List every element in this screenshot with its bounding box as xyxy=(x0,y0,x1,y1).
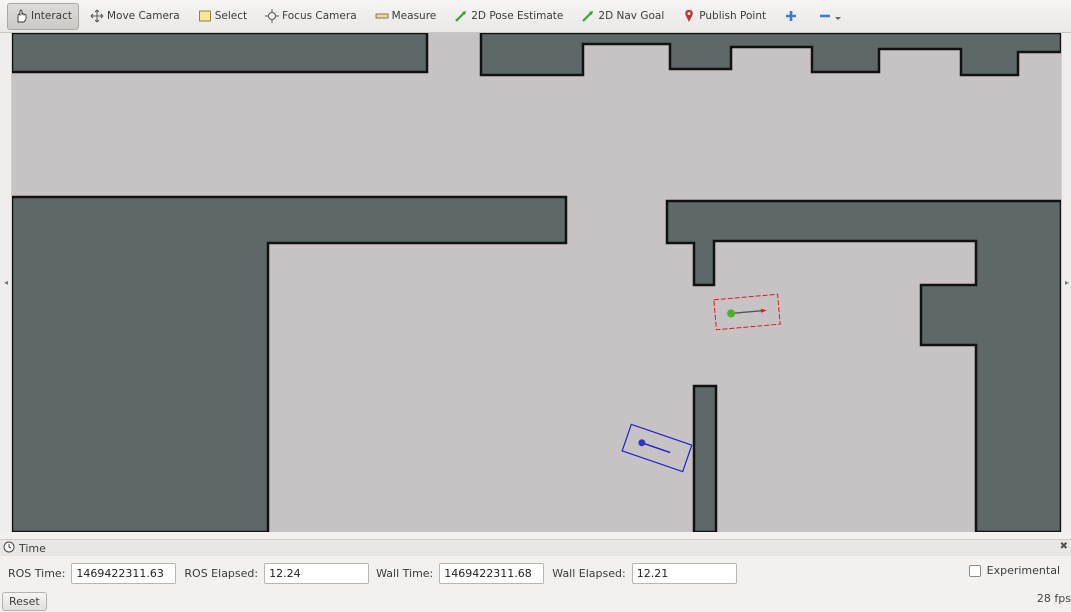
nav-goal-tool[interactable]: 2D Nav Goal xyxy=(574,3,671,30)
wall-elapsed-label: Wall Elapsed: xyxy=(552,566,626,580)
pose-estimate-tool[interactable]: 2D Pose Estimate xyxy=(447,3,570,30)
green-arrow-icon xyxy=(454,9,468,23)
publish-point-tool[interactable]: Publish Point xyxy=(675,3,773,30)
left-dock-handle[interactable]: ◂ xyxy=(0,33,12,532)
ros-elapsed-field[interactable] xyxy=(264,562,370,584)
map-pin-icon xyxy=(682,9,696,23)
clock-icon xyxy=(3,541,15,556)
measure-label: Measure xyxy=(391,10,437,22)
select-icon xyxy=(198,9,212,23)
focus-camera-icon xyxy=(265,9,280,23)
time-panel-header: Time ✖ xyxy=(0,539,1071,556)
close-icon[interactable]: ✖ xyxy=(1060,541,1068,552)
move-camera-label: Move Camera xyxy=(106,10,180,22)
focus-camera-tool[interactable]: Focus Camera xyxy=(258,3,364,30)
focus-camera-label: Focus Camera xyxy=(282,10,357,22)
collapse-left-icon: ◂ xyxy=(4,278,9,287)
minus-icon xyxy=(819,9,831,23)
ros-time-field[interactable] xyxy=(71,562,177,584)
wall-time-field[interactable] xyxy=(439,562,545,584)
move-camera-icon xyxy=(90,9,104,23)
interact-tool[interactable]: Interact xyxy=(7,2,79,30)
select-label: Select xyxy=(214,10,248,22)
plus-icon xyxy=(784,9,798,23)
wall-pillar xyxy=(692,384,718,532)
interact-label: Interact xyxy=(31,10,72,22)
wall-top-left xyxy=(12,33,429,74)
experimental-checkbox[interactable]: Experimental xyxy=(968,564,1060,577)
select-tool[interactable]: Select xyxy=(191,3,254,30)
nav-goal-label: 2D Nav Goal xyxy=(598,10,665,22)
remove-tool-button[interactable] xyxy=(812,3,852,30)
ros-elapsed-label: ROS Elapsed: xyxy=(184,566,259,580)
experimental-label: Experimental xyxy=(986,564,1060,577)
add-tool-button[interactable] xyxy=(777,3,808,30)
status-bar: Reset 28 fps xyxy=(0,589,1071,612)
time-panel-title: Time xyxy=(19,541,46,555)
ros-time-label: ROS Time: xyxy=(8,566,66,580)
reset-button[interactable]: Reset xyxy=(2,592,47,611)
pose-estimate-label: 2D Pose Estimate xyxy=(471,10,564,22)
wall-elapsed-field[interactable] xyxy=(631,562,737,584)
render-viewport[interactable] xyxy=(12,33,1061,532)
wall-time-label: Wall Time: xyxy=(376,566,434,580)
occupancy-map xyxy=(12,33,1061,532)
right-dock-handle[interactable]: ▸ xyxy=(1061,33,1071,532)
time-panel-row: ROS Time: ROS Elapsed: Wall Time: Wall E… xyxy=(0,560,1071,586)
toolbar: Interact Move Camera Select Focus Camera… xyxy=(0,0,1071,33)
checkbox-square[interactable] xyxy=(968,564,981,577)
move-camera-tool[interactable]: Move Camera xyxy=(83,3,187,30)
fps-counter: 28 fps xyxy=(1036,592,1071,605)
ruler-icon xyxy=(375,9,389,23)
hand-icon xyxy=(14,9,28,23)
chevron-down-icon xyxy=(834,9,842,23)
measure-tool[interactable]: Measure xyxy=(368,3,444,30)
collapse-right-icon: ▸ xyxy=(1065,278,1070,287)
publish-point-label: Publish Point xyxy=(699,10,767,22)
green-arrow-icon xyxy=(581,9,595,23)
